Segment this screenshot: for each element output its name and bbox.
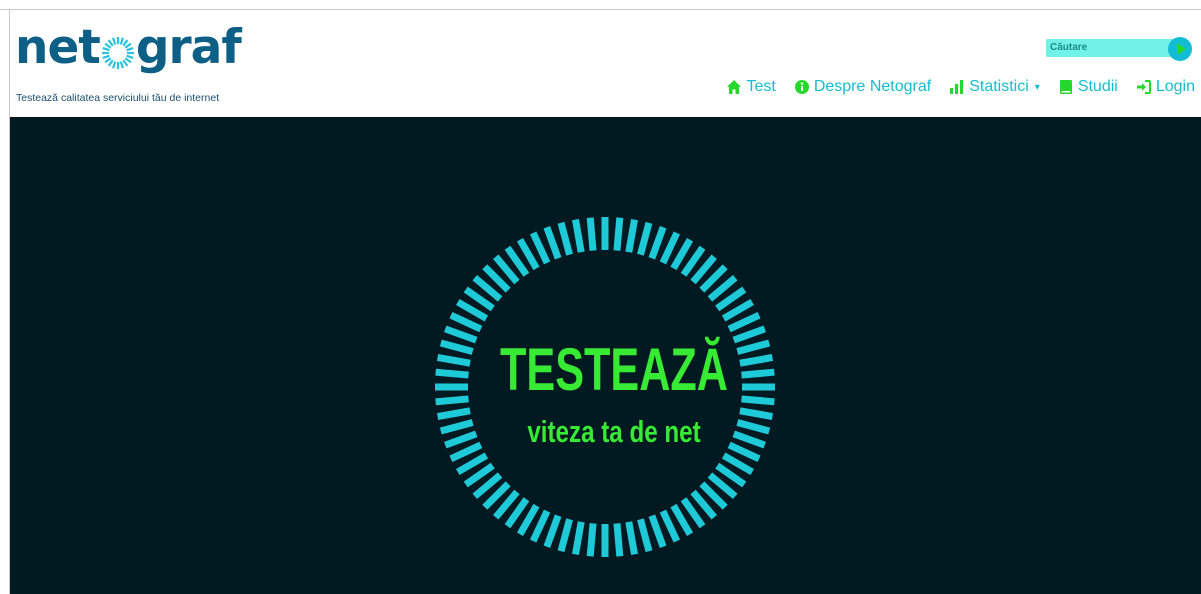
site-tagline: Testează calitatea serviciului tău de in…	[16, 92, 220, 104]
info-icon	[794, 80, 809, 94]
dial-tick	[613, 523, 624, 557]
dial-tick	[625, 521, 638, 556]
dial-tick	[727, 311, 761, 333]
dial-tick	[557, 221, 573, 256]
search-form: Căutare	[1046, 37, 1192, 61]
nav-item-test[interactable]: Test	[726, 78, 776, 96]
home-icon	[727, 80, 742, 94]
logo-dial-tick	[124, 42, 132, 49]
dial-tick	[444, 430, 478, 449]
dial-tick	[435, 368, 469, 379]
site-logo[interactable]: net graf	[15, 20, 242, 75]
dial-tick	[444, 325, 478, 344]
nav-label-test: Test	[746, 78, 776, 95]
nav-label-about: Despre Netograf	[813, 78, 932, 95]
dial-tick	[732, 325, 766, 344]
dial-tick	[436, 407, 471, 420]
dial-tick	[586, 523, 597, 557]
dial-tick	[557, 518, 573, 553]
dial-tick	[572, 521, 585, 556]
nav-label-login: Login	[1155, 78, 1195, 95]
nav-item-studies[interactable]: Studii	[1058, 78, 1118, 96]
logo-dial-tick	[124, 57, 132, 64]
logo-dial-tick	[104, 42, 112, 49]
dial-tick	[586, 217, 597, 251]
search-input[interactable]: Căutare	[1046, 39, 1180, 57]
dial-tick	[625, 218, 638, 253]
dial-tick	[439, 419, 474, 435]
dial-tick	[543, 514, 562, 548]
logo-dial-tick	[126, 54, 134, 59]
dial-tick	[439, 339, 474, 355]
window-left-border	[0, 10, 10, 594]
logo-dial-tick	[119, 61, 124, 69]
main-navigation: Test Despre Netograf Statistici ▾ Studii…	[726, 78, 1195, 96]
dial-tick	[436, 354, 471, 367]
dial-tick	[741, 368, 775, 379]
logo-dial-tick	[107, 59, 114, 67]
dial-tick	[741, 395, 775, 406]
logo-text-prefix: net	[15, 20, 101, 75]
dial-tick	[449, 311, 483, 333]
dial-tick	[637, 518, 653, 553]
nav-item-login[interactable]: Login	[1136, 78, 1195, 96]
dial-tick	[637, 221, 653, 256]
book-icon	[1059, 80, 1072, 94]
logo-dial-tick	[111, 37, 117, 45]
dial-tick	[543, 226, 562, 260]
nav-label-studies: Studii	[1077, 78, 1118, 95]
dial-tick	[648, 514, 667, 548]
logo-dial-tick	[122, 39, 129, 47]
dial-tick	[659, 231, 681, 265]
search-submit-button[interactable]	[1168, 37, 1192, 61]
logo-dial-tick	[107, 39, 114, 47]
nav-item-about[interactable]: Despre Netograf	[794, 78, 931, 96]
nav-label-stats: Statistici	[969, 78, 1029, 95]
logo-text-suffix: graf	[135, 20, 242, 75]
hero-subtitle[interactable]: viteza ta de net	[478, 415, 751, 449]
logo-dial-tick	[104, 57, 112, 64]
logo-dial-tick	[111, 61, 117, 69]
speed-test-hero: TESTEAZĂ viteza ta de net	[10, 117, 1201, 594]
window-top-border	[0, 0, 1201, 10]
dial-tick	[659, 509, 681, 543]
dial-tick	[648, 226, 667, 260]
chevron-down-icon: ▾	[1034, 81, 1040, 93]
dial-tick	[529, 231, 551, 265]
logo-dial-tick	[119, 37, 124, 45]
login-icon	[1136, 80, 1151, 94]
dial-tick	[449, 441, 483, 463]
dial-tick	[529, 509, 551, 543]
dial-tick	[736, 339, 771, 355]
dial-tick	[613, 217, 624, 251]
site-header: net graf Testează calitatea serviciului …	[10, 10, 1201, 117]
bar-chart-icon	[950, 80, 964, 94]
logo-dial-tick	[126, 47, 134, 52]
nav-item-stats[interactable]: Statistici ▾	[949, 78, 1040, 96]
dial-tick	[739, 354, 774, 367]
logo-dial-icon	[101, 37, 134, 69]
hero-title[interactable]: TESTEAZĂ	[488, 340, 740, 400]
logo-dial-tick	[102, 47, 110, 52]
dial-tick	[572, 218, 585, 253]
logo-dial-tick	[122, 59, 129, 67]
dial-tick	[435, 395, 469, 406]
logo-dial-tick	[102, 54, 110, 59]
